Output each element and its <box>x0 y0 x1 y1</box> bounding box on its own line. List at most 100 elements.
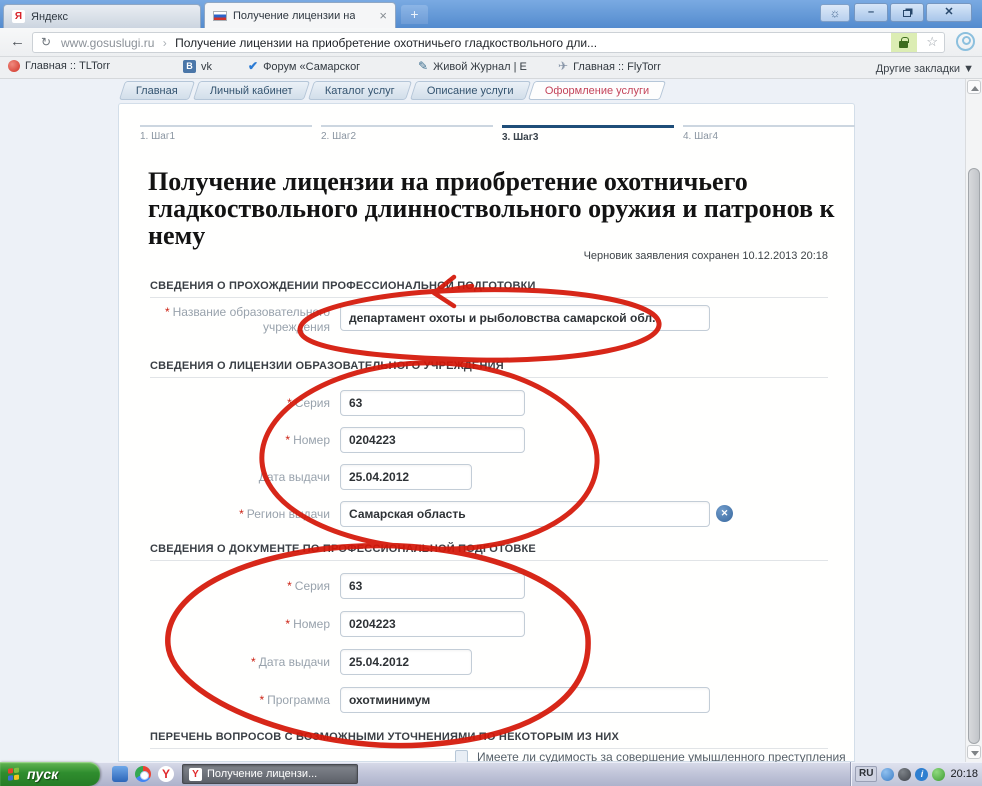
ru-flag-icon <box>213 11 227 21</box>
reload-icon[interactable]: ↻ <box>41 35 51 49</box>
tab-title: Получение лицензии на <box>233 10 355 22</box>
back-icon[interactable]: ← <box>10 33 25 50</box>
bookmark-lj[interactable]: ✎ Живой Журнал | Е <box>418 60 527 73</box>
site-tab-3[interactable]: Каталог услуг <box>308 81 412 100</box>
wizard-step-3: 3. Шаг3 <box>502 125 674 143</box>
field-label: *Серия <box>150 579 330 594</box>
wizard-step-label: 3. Шаг3 <box>502 132 674 143</box>
field-label: *Серия <box>150 396 330 411</box>
section-heading-2: СВЕДЕНИЯ О ЛИЦЕНЗИИ ОБРАЗОВАТЕЛЬНОГО УЧР… <box>150 360 828 378</box>
language-indicator[interactable]: RU <box>855 766 877 782</box>
yandex-browser-icon[interactable]: Y <box>158 766 174 782</box>
site-tab-label: Личный кабинет <box>210 85 293 97</box>
scrollbar-thumb[interactable] <box>968 168 980 744</box>
info-tray-icon[interactable]: i <box>915 768 928 781</box>
new-tab-button[interactable]: + <box>401 5 428 24</box>
field-input-2-2[interactable] <box>340 427 525 453</box>
field-input-2-3[interactable] <box>340 464 472 490</box>
required-marker: * <box>287 579 292 593</box>
start-label: пуск <box>27 766 58 782</box>
messenger-tray-icon[interactable] <box>932 768 945 781</box>
site-tab-label: Описание услуги <box>427 85 514 97</box>
tab-title: Яндекс <box>31 11 68 23</box>
browser-tab-yandex[interactable]: Я Яндекс <box>3 4 201 28</box>
field-input-1-1[interactable] <box>340 305 710 331</box>
taskbar: пуск Y Y Получение лицензи... RU i 20:18 <box>0 762 982 786</box>
field-label: *Номер <box>150 433 330 448</box>
field-label: *Номер <box>150 617 330 632</box>
network-tray-icon[interactable] <box>881 768 894 781</box>
bookmark-label: Главная :: TLTorr <box>25 60 110 72</box>
field-input-3-4[interactable] <box>340 687 710 713</box>
address-bar[interactable]: ↻ www.gosuslugi.ru › Получение лицензии … <box>32 32 945 53</box>
site-tab-4[interactable]: Описание услуги <box>409 81 530 100</box>
bookmark-label: Главная :: FlyTorr <box>573 61 661 73</box>
site-tab-1[interactable]: Главная <box>119 81 195 100</box>
wizard-step-label: 1. Шаг1 <box>140 131 312 142</box>
clear-field-icon[interactable]: ✕ <box>716 505 733 522</box>
section-heading-4: ПЕРЕЧЕНЬ ВОПРОСОВ С ВОЗМОЖНЫМИ УТОЧНЕНИЯ… <box>150 731 828 749</box>
secure-zone <box>891 33 917 52</box>
url-domain: www.gosuslugi.ru <box>61 36 154 50</box>
system-tray: RU i 20:18 <box>850 762 982 786</box>
section-heading-1: СВЕДЕНИЯ О ПРОХОЖДЕНИИ ПРОФЕССИОНАЛЬНОЙ … <box>150 280 828 298</box>
bookmark-vk[interactable]: Вvk <box>183 60 212 73</box>
tltorr-icon <box>8 60 20 72</box>
question-checkbox[interactable] <box>455 750 468 762</box>
wizard-step-4: 4. Шаг4 <box>683 125 855 142</box>
field-input-3-3[interactable] <box>340 649 472 675</box>
bookmark-label: vk <box>201 61 212 73</box>
bookmark-fly[interactable]: ✈ Главная :: FlyTorr <box>558 60 661 73</box>
field-input-3-1[interactable] <box>340 573 525 599</box>
field-label: *Программа <box>150 693 330 708</box>
site-tab-label: Оформление услуги <box>545 85 649 97</box>
question-label: Имеете ли судимость за совершение умышле… <box>477 750 846 762</box>
browser-tab-strip: Я Яндекс Получение лицензии на × + ☼ – ✕ <box>0 0 982 28</box>
bookmark-label: Форум «Самарског <box>263 61 360 73</box>
bookmark-tltorr[interactable]: Главная :: TLTorr <box>8 60 110 72</box>
gear-icon[interactable]: ☼ <box>820 4 850 22</box>
quick-launch-app-icon[interactable] <box>112 766 128 782</box>
scroll-down-icon[interactable] <box>967 745 981 759</box>
required-marker: * <box>239 507 244 521</box>
required-marker: * <box>165 305 170 319</box>
page-scrollbar[interactable] <box>965 79 982 762</box>
site-tab-5[interactable]: Оформление услуги <box>528 81 666 100</box>
browser-tab-active[interactable]: Получение лицензии на × <box>204 2 396 28</box>
volume-tray-icon[interactable] <box>898 768 911 781</box>
site-tab-2[interactable]: Личный кабинет <box>193 81 310 100</box>
browser-menu-icon[interactable] <box>956 32 975 51</box>
start-button[interactable]: пуск <box>0 762 100 786</box>
scroll-up-icon[interactable] <box>967 80 981 94</box>
field-input-2-4[interactable] <box>340 501 710 527</box>
url-separator: › <box>163 36 167 50</box>
page-title: Получение лицензии на приобретение охотн… <box>148 168 841 249</box>
minimize-button[interactable]: – <box>854 3 888 22</box>
section-heading-3: СВЕДЕНИЯ О ДОКУМЕНТЕ ПО ПРОФЕССИОНАЛЬНОЙ… <box>150 543 828 561</box>
windows-flag-icon <box>8 767 21 781</box>
lock-icon <box>899 41 908 48</box>
fly-icon: ✈ <box>558 60 568 73</box>
bookmark-star-icon[interactable]: ☆ <box>926 34 938 50</box>
draft-saved-note: Черновик заявления сохранен 10.12.2013 2… <box>150 250 828 262</box>
close-tab-icon[interactable]: × <box>379 9 387 22</box>
close-window-button[interactable]: ✕ <box>926 3 972 22</box>
browser-toolbar: ← ↻ www.gosuslugi.ru › Получение лицензи… <box>0 28 982 57</box>
chrome-icon[interactable] <box>135 766 151 782</box>
address-text: www.gosuslugi.ru › Получение лицензии на… <box>61 36 597 50</box>
bookmark-forum[interactable]: ✔Форум «Самарског <box>248 60 360 73</box>
taskbar-task-button[interactable]: Y Получение лицензи... <box>182 764 358 784</box>
required-marker: * <box>285 433 290 447</box>
restore-button[interactable] <box>890 3 924 22</box>
field-label: *Регион выдачи <box>150 507 330 522</box>
other-bookmarks-button[interactable]: Другие закладки ▼ <box>876 63 974 75</box>
task-yandex-icon: Y <box>189 768 202 781</box>
field-input-3-2[interactable] <box>340 611 525 637</box>
bookmark-label: Живой Журнал | Е <box>433 61 527 73</box>
site-breadcrumb-tabs: Главная Личный кабинет Каталог услуг Описан… <box>122 81 667 101</box>
wizard-step-1: 1. Шаг1 <box>140 125 312 142</box>
task-label: Получение лицензи... <box>207 768 317 780</box>
required-marker: * <box>285 617 290 631</box>
field-input-2-1[interactable] <box>340 390 525 416</box>
lj-icon: ✎ <box>418 60 428 73</box>
